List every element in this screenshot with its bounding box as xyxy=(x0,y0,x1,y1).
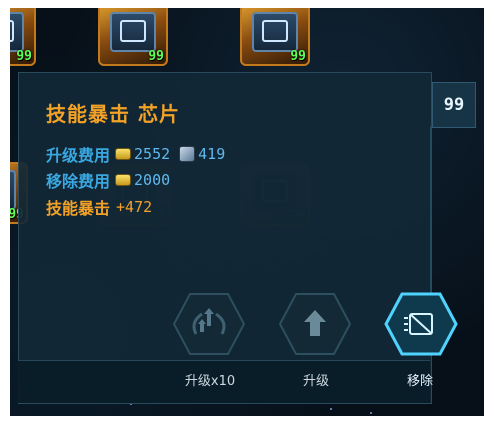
star-dot xyxy=(370,412,372,414)
stat-value: +472 xyxy=(116,198,153,216)
chip-icon xyxy=(110,12,156,52)
upgrade-button[interactable] xyxy=(278,292,352,356)
chip-slot[interactable]: 99 xyxy=(240,8,310,66)
upgrade-label[interactable]: 升级 xyxy=(276,370,356,389)
star-dot xyxy=(330,408,332,410)
upgrade-cost-label: 升级费用 xyxy=(46,146,111,165)
chip-slot[interactable]: 99 xyxy=(10,8,36,66)
chip-slot[interactable]: 99 xyxy=(98,8,168,66)
remove-button[interactable] xyxy=(384,292,458,356)
stat-label: 技能暴击 xyxy=(46,199,111,218)
upgrade-cost-gem: 419 xyxy=(198,145,226,163)
chip-count: 99 xyxy=(290,49,306,64)
remove-label[interactable]: 移除 xyxy=(380,370,460,389)
remove-cost-label: 移除费用 xyxy=(46,172,111,191)
stat-row: 技能暴击 +472 xyxy=(46,195,152,219)
chip-count: 99 xyxy=(148,49,164,64)
gold-coin-icon xyxy=(116,175,131,185)
gold-coin-icon xyxy=(116,149,131,159)
upgrade-x10-label[interactable]: 升级x10 xyxy=(170,370,250,389)
chip-icon xyxy=(252,12,298,52)
remove-cost-gold: 2000 xyxy=(134,171,171,189)
side-count-badge: 99 xyxy=(432,82,476,128)
hex-frame xyxy=(172,293,246,355)
remove-cost-row: 移除费用 2000 xyxy=(46,168,170,192)
chip-icon xyxy=(10,12,24,52)
chip-icon xyxy=(10,170,16,210)
hex-frame xyxy=(384,292,458,356)
upgrade-x10-button[interactable] xyxy=(172,292,246,356)
upgrade-cost-gold: 2552 xyxy=(134,145,171,163)
upgrade-cost-row: 升级费用 2552 419 xyxy=(46,142,225,166)
gem-chip-icon xyxy=(180,147,195,161)
chip-title: 技能暴击 芯片 xyxy=(46,102,180,126)
hex-frame xyxy=(278,293,352,355)
chip-count: 99 xyxy=(16,49,32,64)
